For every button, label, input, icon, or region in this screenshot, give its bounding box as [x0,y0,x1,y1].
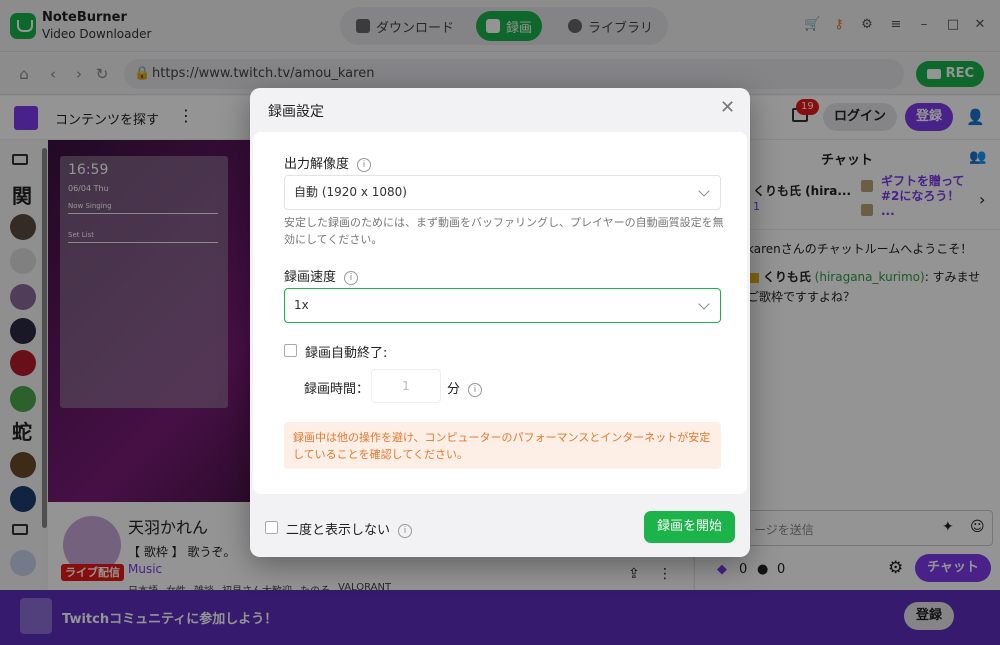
speed-label-text: 録画速度 [284,270,337,285]
info-icon[interactable]: i [468,382,483,397]
resolution-label: 出力解像度 i [284,153,372,172]
settings-card: 出力解像度 i 自動 (1920 x 1080) 安定した録画のためには、まず動画… [253,132,747,494]
resolution-help: 安定した録画のためには、まず動画をバッファリングし、プレイヤーの自動画質設定を無… [284,216,724,246]
chevron-down-icon [698,185,710,197]
close-icon[interactable]: ✕ [720,99,735,117]
duration-label: 録画時間： [304,382,370,397]
auto-stop-checkbox[interactable] [284,344,297,357]
duration-unit-text: 分 [447,382,461,397]
speed-value: 1x [294,298,309,312]
resolution-select[interactable]: 自動 (1920 x 1080) [284,175,721,210]
speed-label: 録画速度 i [284,266,359,285]
info-icon[interactable]: i [398,523,413,538]
warning-notice: 録画中は他の操作を避け、コンピューターのパフォーマンスとインターネットが安定して… [284,422,721,469]
recording-settings-dialog: 録画設定 ✕ 出力解像度 i 自動 (1920 x 1080) 安定した録画のため… [250,88,750,557]
duration-input[interactable]: 1 [371,369,441,403]
dialog-title: 録画設定 [268,104,324,120]
dont-show-text: 二度と表示しない [286,523,391,538]
dont-show-checkbox[interactable] [265,521,278,534]
dont-show-label: 二度と表示しない i [286,519,413,538]
info-icon[interactable]: i [357,157,372,172]
info-icon[interactable]: i [344,270,359,285]
resolution-value: 自動 (1920 x 1080) [294,185,407,199]
duration-unit: 分i [447,378,483,397]
start-recording-button[interactable]: 録画を開始 [644,511,735,543]
resolution-label-text: 出力解像度 [284,157,350,172]
speed-select[interactable]: 1x [284,288,721,323]
chevron-down-icon [698,298,710,310]
auto-stop-label: 録画自動終了: [305,346,388,361]
